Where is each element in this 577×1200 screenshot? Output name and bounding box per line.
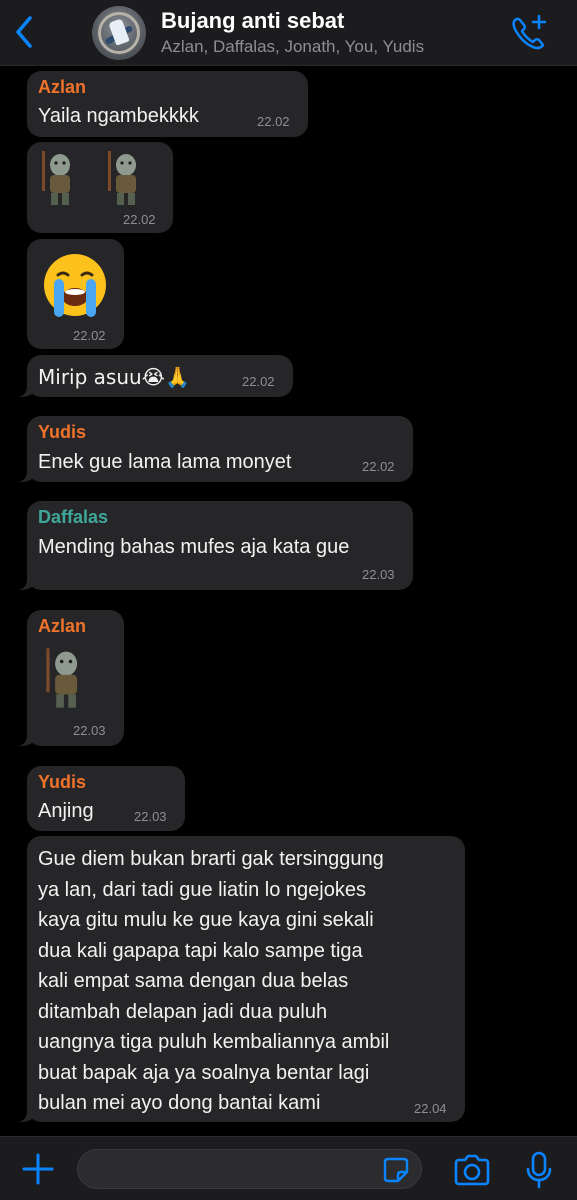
message-time: 22.02 bbox=[73, 328, 106, 343]
message-line: buat bapak aja ya soalnya bentar lagi bbox=[38, 1061, 370, 1084]
message-line: bulan mei ayo dong bantai kami bbox=[38, 1092, 321, 1114]
message-line: kali empat sama dengan dua belas bbox=[38, 970, 349, 992]
message-time: 22.02 bbox=[123, 212, 156, 227]
message-time: 22.02 bbox=[242, 374, 275, 389]
composer-bar bbox=[0, 1136, 577, 1200]
message-bubble[interactable]: Yudis Enek gue lama lama monyet 22.02 bbox=[13, 416, 413, 482]
message-time: 22.03 bbox=[134, 809, 167, 824]
message-input[interactable] bbox=[77, 1149, 422, 1189]
message-time: 22.02 bbox=[257, 114, 290, 129]
message-bubble[interactable]: Mirip asuu😭🙏 22.02 bbox=[13, 355, 293, 397]
message-line: Gue diem bukan brarti gak tersinggung bbox=[38, 848, 384, 870]
message-time: 22.03 bbox=[73, 723, 106, 738]
sticker-bubble[interactable]: Azlan 22.03 bbox=[13, 610, 124, 746]
group-members[interactable]: Azlan, Daffalas, Jonath, You, Yudis bbox=[161, 37, 424, 57]
sender-name: Daffalas bbox=[38, 507, 109, 527]
message-text: Mirip asuu😭🙏 bbox=[38, 365, 190, 389]
troll-sticker-icon bbox=[42, 151, 70, 205]
message-time: 22.02 bbox=[362, 459, 395, 474]
emoji-bubble[interactable]: 22.02 bbox=[27, 239, 124, 349]
sender-name: Azlan bbox=[38, 77, 87, 97]
group-avatar[interactable] bbox=[92, 6, 146, 60]
message-text: Yaila ngambekkkk bbox=[38, 105, 199, 127]
message-line: kaya gitu mulu ke gue kaya gini sekali bbox=[38, 909, 374, 931]
message-time: 22.04 bbox=[414, 1101, 447, 1116]
chat-header: Bujang anti sebat Azlan, Daffalas, Jonat… bbox=[0, 0, 577, 66]
message-bubble[interactable]: Yudis Anjing 22.03 bbox=[27, 766, 185, 831]
sticker-bubble[interactable]: 22.02 bbox=[27, 142, 173, 233]
message-time: 22.03 bbox=[362, 567, 395, 582]
sender-name: Yudis bbox=[38, 422, 87, 442]
message-bubble[interactable]: Daffalas Mending bahas mufes aja kata gu… bbox=[13, 501, 413, 590]
message-line: dua kali gapapa tapi kalo sampe tiga bbox=[38, 939, 363, 962]
plus-icon[interactable] bbox=[20, 1151, 56, 1187]
message-bubble[interactable]: Gue diem bukan brarti gak tersinggung ya… bbox=[13, 836, 465, 1122]
microphone-icon[interactable] bbox=[526, 1151, 552, 1189]
message-line: ditambah delapan jadi dua puluh bbox=[38, 1000, 328, 1023]
group-title[interactable]: Bujang anti sebat bbox=[161, 8, 344, 34]
chevron-left-icon[interactable] bbox=[10, 12, 40, 52]
sticker-icon[interactable] bbox=[382, 1156, 410, 1184]
phone-add-icon[interactable] bbox=[509, 14, 551, 50]
sender-name: Azlan bbox=[38, 616, 87, 636]
troll-sticker-icon bbox=[46, 648, 78, 708]
message-line: uangnya tiga puluh kembaliannya ambil bbox=[38, 1031, 390, 1053]
camera-icon[interactable] bbox=[452, 1154, 492, 1186]
message-text: Anjing bbox=[38, 800, 94, 822]
troll-sticker-icon bbox=[108, 151, 136, 205]
message-line: ya lan, dari tadi gue liatin lo ngejokes bbox=[38, 878, 366, 901]
message-text: Enek gue lama lama monyet bbox=[38, 451, 292, 473]
message-text: Gue diem bukan brarti gak tersinggung ya… bbox=[38, 844, 458, 1119]
loudly-crying-face-icon bbox=[44, 254, 106, 317]
message-text: Mending bahas mufes aja kata gue bbox=[38, 536, 350, 558]
message-bubble[interactable]: Azlan Yaila ngambekkkk 22.02 bbox=[27, 71, 308, 137]
sender-name: Yudis bbox=[38, 772, 87, 792]
